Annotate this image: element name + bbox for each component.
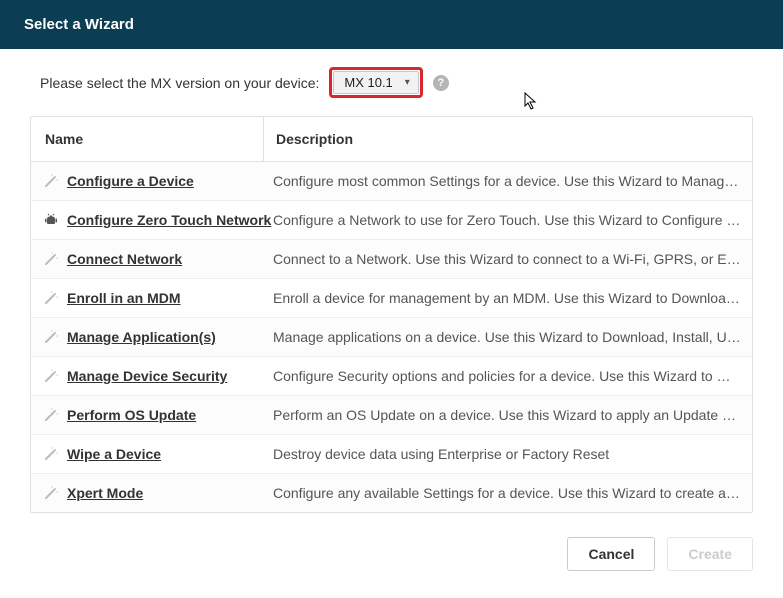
table-body: Configure a Device Configure most common … bbox=[31, 162, 752, 512]
prompt-row: Please select the MX version on your dev… bbox=[30, 67, 753, 98]
cell-description: Enroll a device for management by an MDM… bbox=[263, 279, 752, 317]
cell-name: Perform OS Update bbox=[31, 396, 263, 434]
cell-description: Configure most common Settings for a dev… bbox=[263, 162, 752, 200]
table-header: Name Description bbox=[31, 117, 752, 162]
mx-version-value: MX 10.1 bbox=[344, 75, 392, 90]
wizard-link[interactable]: Connect Network bbox=[67, 251, 182, 267]
column-header-description: Description bbox=[263, 117, 752, 162]
table-row[interactable]: Xpert Mode Configure any available Settin… bbox=[31, 474, 752, 512]
wizard-link[interactable]: Xpert Mode bbox=[67, 485, 143, 501]
cell-description: Manage applications on a device. Use thi… bbox=[263, 318, 752, 356]
dialog-footer: Cancel Create bbox=[0, 521, 783, 587]
cell-name: Connect Network bbox=[31, 240, 263, 278]
cell-name: Manage Device Security bbox=[31, 357, 263, 395]
cell-description: Configure a Network to use for Zero Touc… bbox=[263, 201, 752, 239]
table-row[interactable]: Wipe a Device Destroy device data using E… bbox=[31, 435, 752, 474]
wizard-link[interactable]: Wipe a Device bbox=[67, 446, 161, 462]
cancel-button[interactable]: Cancel bbox=[567, 537, 655, 571]
cell-name: Configure a Device bbox=[31, 162, 263, 200]
wizard-link[interactable]: Enroll in an MDM bbox=[67, 290, 181, 306]
wand-icon bbox=[43, 368, 59, 384]
table-row[interactable]: Connect Network Connect to a Network. Use… bbox=[31, 240, 752, 279]
cell-name: Wipe a Device bbox=[31, 435, 263, 473]
cell-description: Configure any available Settings for a d… bbox=[263, 474, 752, 512]
cell-description: Destroy device data using Enterprise or … bbox=[263, 435, 752, 473]
wizard-link[interactable]: Configure a Device bbox=[67, 173, 194, 189]
help-icon[interactable]: ? bbox=[433, 75, 449, 91]
wizard-link[interactable]: Manage Application(s) bbox=[67, 329, 216, 345]
wizard-table: Name Description Configure a DeviceConfi… bbox=[30, 116, 753, 513]
cell-name: Enroll in an MDM bbox=[31, 279, 263, 317]
wand-icon bbox=[43, 290, 59, 306]
prompt-text: Please select the MX version on your dev… bbox=[40, 75, 319, 91]
cell-name: Configure Zero Touch Network bbox=[31, 201, 263, 239]
dialog-header: Select a Wizard bbox=[0, 0, 783, 49]
table-row[interactable]: Manage Application(s) Manage applications… bbox=[31, 318, 752, 357]
wand-icon bbox=[43, 173, 59, 189]
dialog-content: Please select the MX version on your dev… bbox=[0, 49, 783, 521]
wizard-link[interactable]: Manage Device Security bbox=[67, 368, 227, 384]
dialog-title: Select a Wizard bbox=[24, 16, 134, 33]
cell-description: Connect to a Network. Use this Wizard to… bbox=[263, 240, 752, 278]
table-row[interactable]: Enroll in an MDM Enroll a device for mana… bbox=[31, 279, 752, 318]
wand-icon bbox=[43, 329, 59, 345]
table-row[interactable]: Configure a Device Configure most common … bbox=[31, 162, 752, 201]
chevron-down-icon: ▾ bbox=[405, 77, 410, 88]
wand-icon bbox=[43, 446, 59, 462]
table-row[interactable]: Configure Zero Touch NetworkConfigure a … bbox=[31, 201, 752, 240]
wand-icon bbox=[43, 407, 59, 423]
cell-name: Manage Application(s) bbox=[31, 318, 263, 356]
wand-icon bbox=[43, 485, 59, 501]
cell-description: Configure Security options and policies … bbox=[263, 357, 752, 395]
create-button: Create bbox=[667, 537, 753, 571]
android-icon bbox=[43, 212, 59, 228]
cell-description: Perform an OS Update on a device. Use th… bbox=[263, 396, 752, 434]
wand-icon bbox=[43, 251, 59, 267]
column-header-name: Name bbox=[31, 117, 263, 162]
wizard-link[interactable]: Perform OS Update bbox=[67, 407, 196, 423]
mx-version-highlight: MX 10.1 ▾ bbox=[329, 67, 422, 98]
table-row[interactable]: Manage Device Security Configure Security… bbox=[31, 357, 752, 396]
cell-name: Xpert Mode bbox=[31, 474, 263, 512]
table-row[interactable]: Perform OS Update Perform an OS Update on… bbox=[31, 396, 752, 435]
wizard-link[interactable]: Configure Zero Touch Network bbox=[67, 212, 271, 228]
mx-version-select[interactable]: MX 10.1 ▾ bbox=[333, 71, 418, 94]
